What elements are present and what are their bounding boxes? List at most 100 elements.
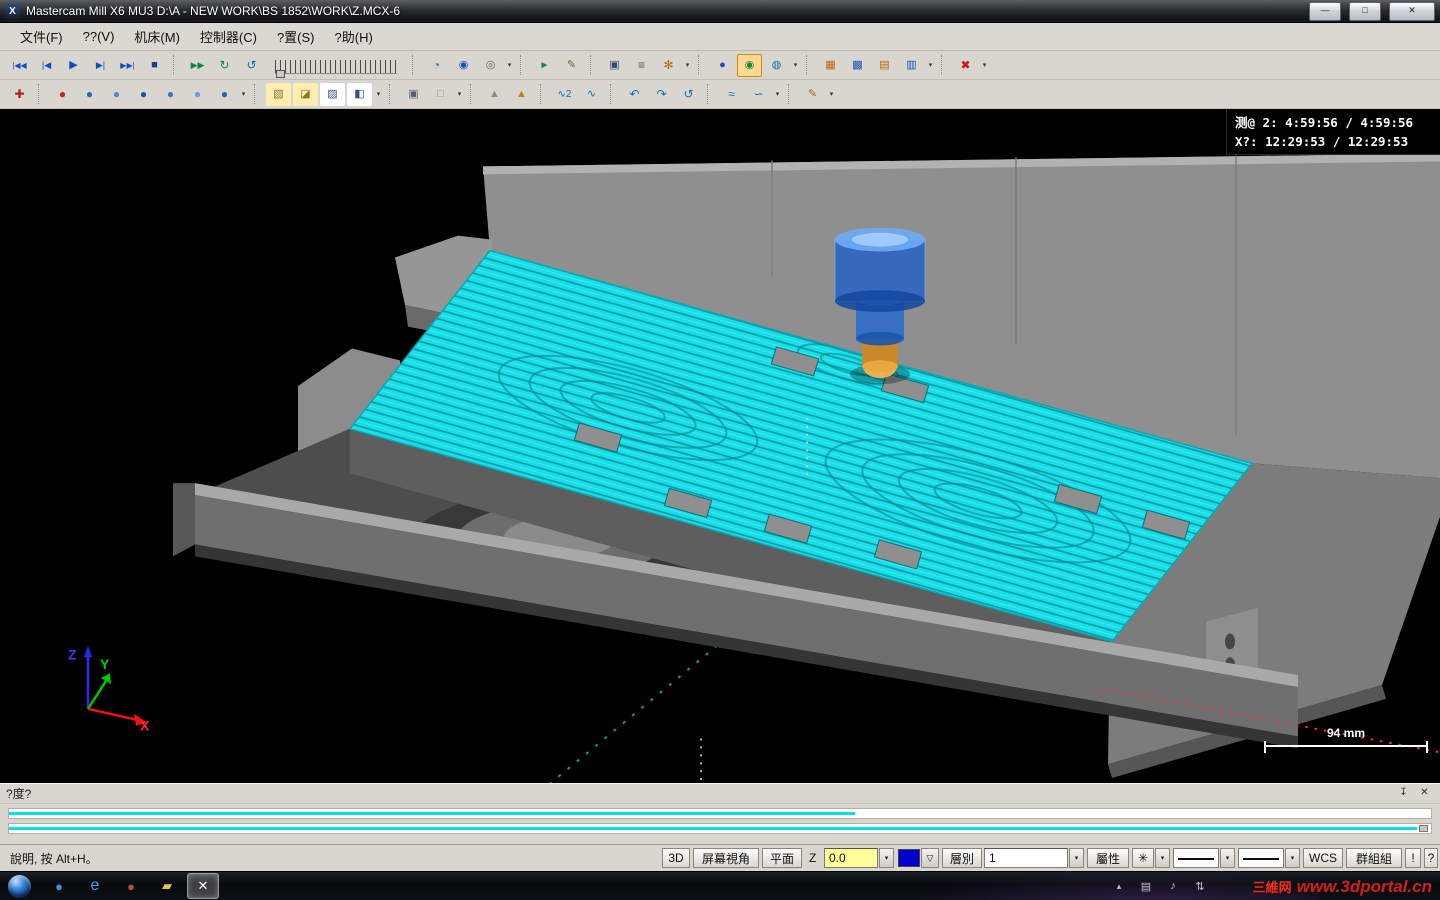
- stock-display-button[interactable]: ●: [710, 54, 735, 77]
- toolpath-report-1-button[interactable]: ▨: [320, 82, 345, 106]
- menu-item-6[interactable]: ?助(H): [325, 24, 383, 49]
- line-style-select[interactable]: [1238, 848, 1284, 868]
- pin-icon[interactable]: ↧: [1394, 785, 1413, 802]
- world-display-button-drop[interactable]: ▾: [790, 55, 801, 76]
- annotate-button[interactable]: ✎: [559, 54, 584, 77]
- sim-play-button[interactable]: ▶: [61, 54, 86, 77]
- toolpath-report-2-button-drop[interactable]: ▾: [373, 84, 384, 105]
- level-dropdown[interactable]: ▾: [1069, 848, 1084, 868]
- z-depth-input[interactable]: 0.0: [824, 848, 878, 868]
- grid-pattern-4-button[interactable]: ▥: [899, 54, 924, 77]
- grid-pattern-2-button[interactable]: ▩: [845, 54, 870, 77]
- close-icon[interactable]: ✕: [1415, 785, 1434, 802]
- path-zigzag-button[interactable]: ∽: [746, 83, 771, 106]
- sim-speed-slider-handle[interactable]: [276, 69, 285, 78]
- machine-component-6-button[interactable]: ●: [212, 83, 237, 106]
- tray-network-icon-button[interactable]: ⇅: [1190, 873, 1210, 899]
- toolpath-report-2-button[interactable]: ◧: [347, 82, 372, 106]
- toolpath-analyze-1-button[interactable]: ▧: [266, 82, 291, 106]
- list-report-button[interactable]: ≡: [629, 54, 654, 77]
- viewport-3d-scene[interactable]: Z Y X: [0, 109, 1440, 783]
- select-arrow-button[interactable]: ►: [532, 54, 557, 77]
- grid-pattern-1-button[interactable]: ▦: [818, 54, 843, 77]
- sim-settings-button-drop[interactable]: ▾: [682, 55, 693, 76]
- attributes-button[interactable]: 屬性: [1087, 848, 1129, 868]
- edit-path-button[interactable]: ✎: [800, 83, 825, 106]
- line-width-select[interactable]: [1173, 848, 1219, 868]
- screen-capture-button[interactable]: ▣: [602, 54, 627, 77]
- level-button[interactable]: 層別: [942, 848, 982, 868]
- stock-view-wire-button[interactable]: □: [428, 83, 453, 106]
- maximize-button[interactable]: □: [1349, 1, 1381, 21]
- warn-button[interactable]: !: [1405, 848, 1421, 868]
- sim-restart-button[interactable]: ↺: [239, 54, 264, 77]
- stock-view-solid-button[interactable]: ▣: [401, 83, 426, 106]
- menu-item-4[interactable]: 控制器(C): [190, 24, 267, 49]
- screen-view-button[interactable]: 屏幕視角: [693, 848, 759, 868]
- sim-time-display-button[interactable]: ◔: [424, 54, 449, 77]
- machine-component-2-button[interactable]: ●: [104, 83, 129, 106]
- menu-item-1[interactable]: 文件(F): [10, 24, 73, 49]
- help-button[interactable]: ?: [1424, 848, 1438, 868]
- rotate-ccw-button[interactable]: ↶: [622, 83, 647, 106]
- color-swatch[interactable]: [898, 849, 920, 867]
- tray-printer-icon-button[interactable]: ▤: [1136, 873, 1156, 899]
- view-3d-button[interactable]: 3D: [662, 848, 690, 868]
- close-simulation-button-drop[interactable]: ▾: [979, 55, 990, 76]
- sim-settings-button[interactable]: ✻: [656, 54, 681, 77]
- edit-path-button-drop[interactable]: ▾: [826, 84, 837, 105]
- verify-active-button[interactable]: ◉: [737, 53, 762, 77]
- toolpath-analyze-2-button[interactable]: ◪: [293, 82, 318, 106]
- sim-run-button[interactable]: ▶▶: [185, 54, 210, 77]
- sim-section-view-button-drop[interactable]: ▾: [504, 55, 515, 76]
- world-display-button[interactable]: ◍: [764, 54, 789, 77]
- close-button[interactable]: ✕: [1389, 1, 1435, 21]
- stock-view-wire-button-drop[interactable]: ▾: [454, 84, 465, 105]
- menu-item-2[interactable]: ??(V): [73, 26, 125, 47]
- machine-component-3-button[interactable]: ●: [131, 83, 156, 106]
- plane-button[interactable]: 平面: [762, 848, 802, 868]
- tool-display-color-button[interactable]: ▲: [509, 83, 534, 106]
- machine-component-4-button[interactable]: ●: [158, 83, 183, 106]
- toolpath-curve-2-button[interactable]: ∿: [579, 83, 604, 106]
- rotate-reset-button[interactable]: ↺: [676, 83, 701, 106]
- progress-bar-2[interactable]: [8, 823, 1432, 834]
- tool-display-gray-button[interactable]: ▲: [482, 83, 507, 106]
- taskbar-app-media-button[interactable]: ●: [43, 873, 75, 899]
- machine-component-1-button[interactable]: ●: [77, 83, 102, 106]
- path-smooth-button[interactable]: ≈: [719, 83, 744, 106]
- rotate-cw-button[interactable]: ↷: [649, 83, 674, 106]
- color-dropdown[interactable]: ▽: [921, 848, 939, 868]
- toolpath-curve-1-button[interactable]: ∿2: [552, 83, 577, 106]
- level-input[interactable]: 1: [984, 848, 1068, 868]
- path-zigzag-button-drop[interactable]: ▾: [772, 84, 783, 105]
- grid-pattern-3-button[interactable]: ▤: [872, 54, 897, 77]
- sim-loop-button[interactable]: ↻: [212, 54, 237, 77]
- tray-volume-icon-button[interactable]: ♪: [1163, 873, 1183, 899]
- sim-section-view-button[interactable]: ◎: [478, 54, 503, 77]
- sim-speed-slider[interactable]: [275, 59, 397, 78]
- line-style-dropdown[interactable]: ▾: [1285, 848, 1300, 868]
- close-simulation-button[interactable]: ✖: [953, 54, 978, 77]
- machine-component-6-button-drop[interactable]: ▾: [238, 84, 249, 105]
- minimize-button[interactable]: —: [1309, 1, 1341, 21]
- progress-panel-header[interactable]: ?度? ↧ ✕: [0, 784, 1440, 804]
- progress-bar-2-thumb[interactable]: [1419, 825, 1428, 832]
- graphics-viewport[interactable]: Z Y X 测@ 2: 4:59:56 / 4:59:56 X?: 12:29:…: [0, 109, 1440, 783]
- stock-component-red-button[interactable]: ●: [50, 83, 75, 106]
- taskbar-app-ie-button[interactable]: e: [79, 873, 111, 899]
- machine-component-5-button[interactable]: ●: [185, 83, 210, 106]
- menu-item-5[interactable]: ?置(S): [267, 24, 325, 49]
- sim-step-forward-button[interactable]: ▶|: [88, 54, 113, 77]
- point-style-dropdown[interactable]: ▾: [1155, 848, 1170, 868]
- taskbar-app-mastercam-button[interactable]: ✕: [187, 873, 219, 899]
- menu-item-3[interactable]: 机床(M): [124, 24, 190, 49]
- z-depth-dropdown[interactable]: ▾: [879, 848, 894, 868]
- sim-stop-button[interactable]: ■: [142, 54, 167, 77]
- sim-step-back-button[interactable]: |◀: [34, 54, 59, 77]
- sim-globe-button[interactable]: ◉: [451, 54, 476, 77]
- tray-show-hidden-button[interactable]: ▴: [1109, 873, 1129, 899]
- taskbar-app-explorer-button[interactable]: ▰: [151, 873, 183, 899]
- groups-button[interactable]: 群組組: [1346, 848, 1402, 868]
- start-button[interactable]: [8, 874, 31, 898]
